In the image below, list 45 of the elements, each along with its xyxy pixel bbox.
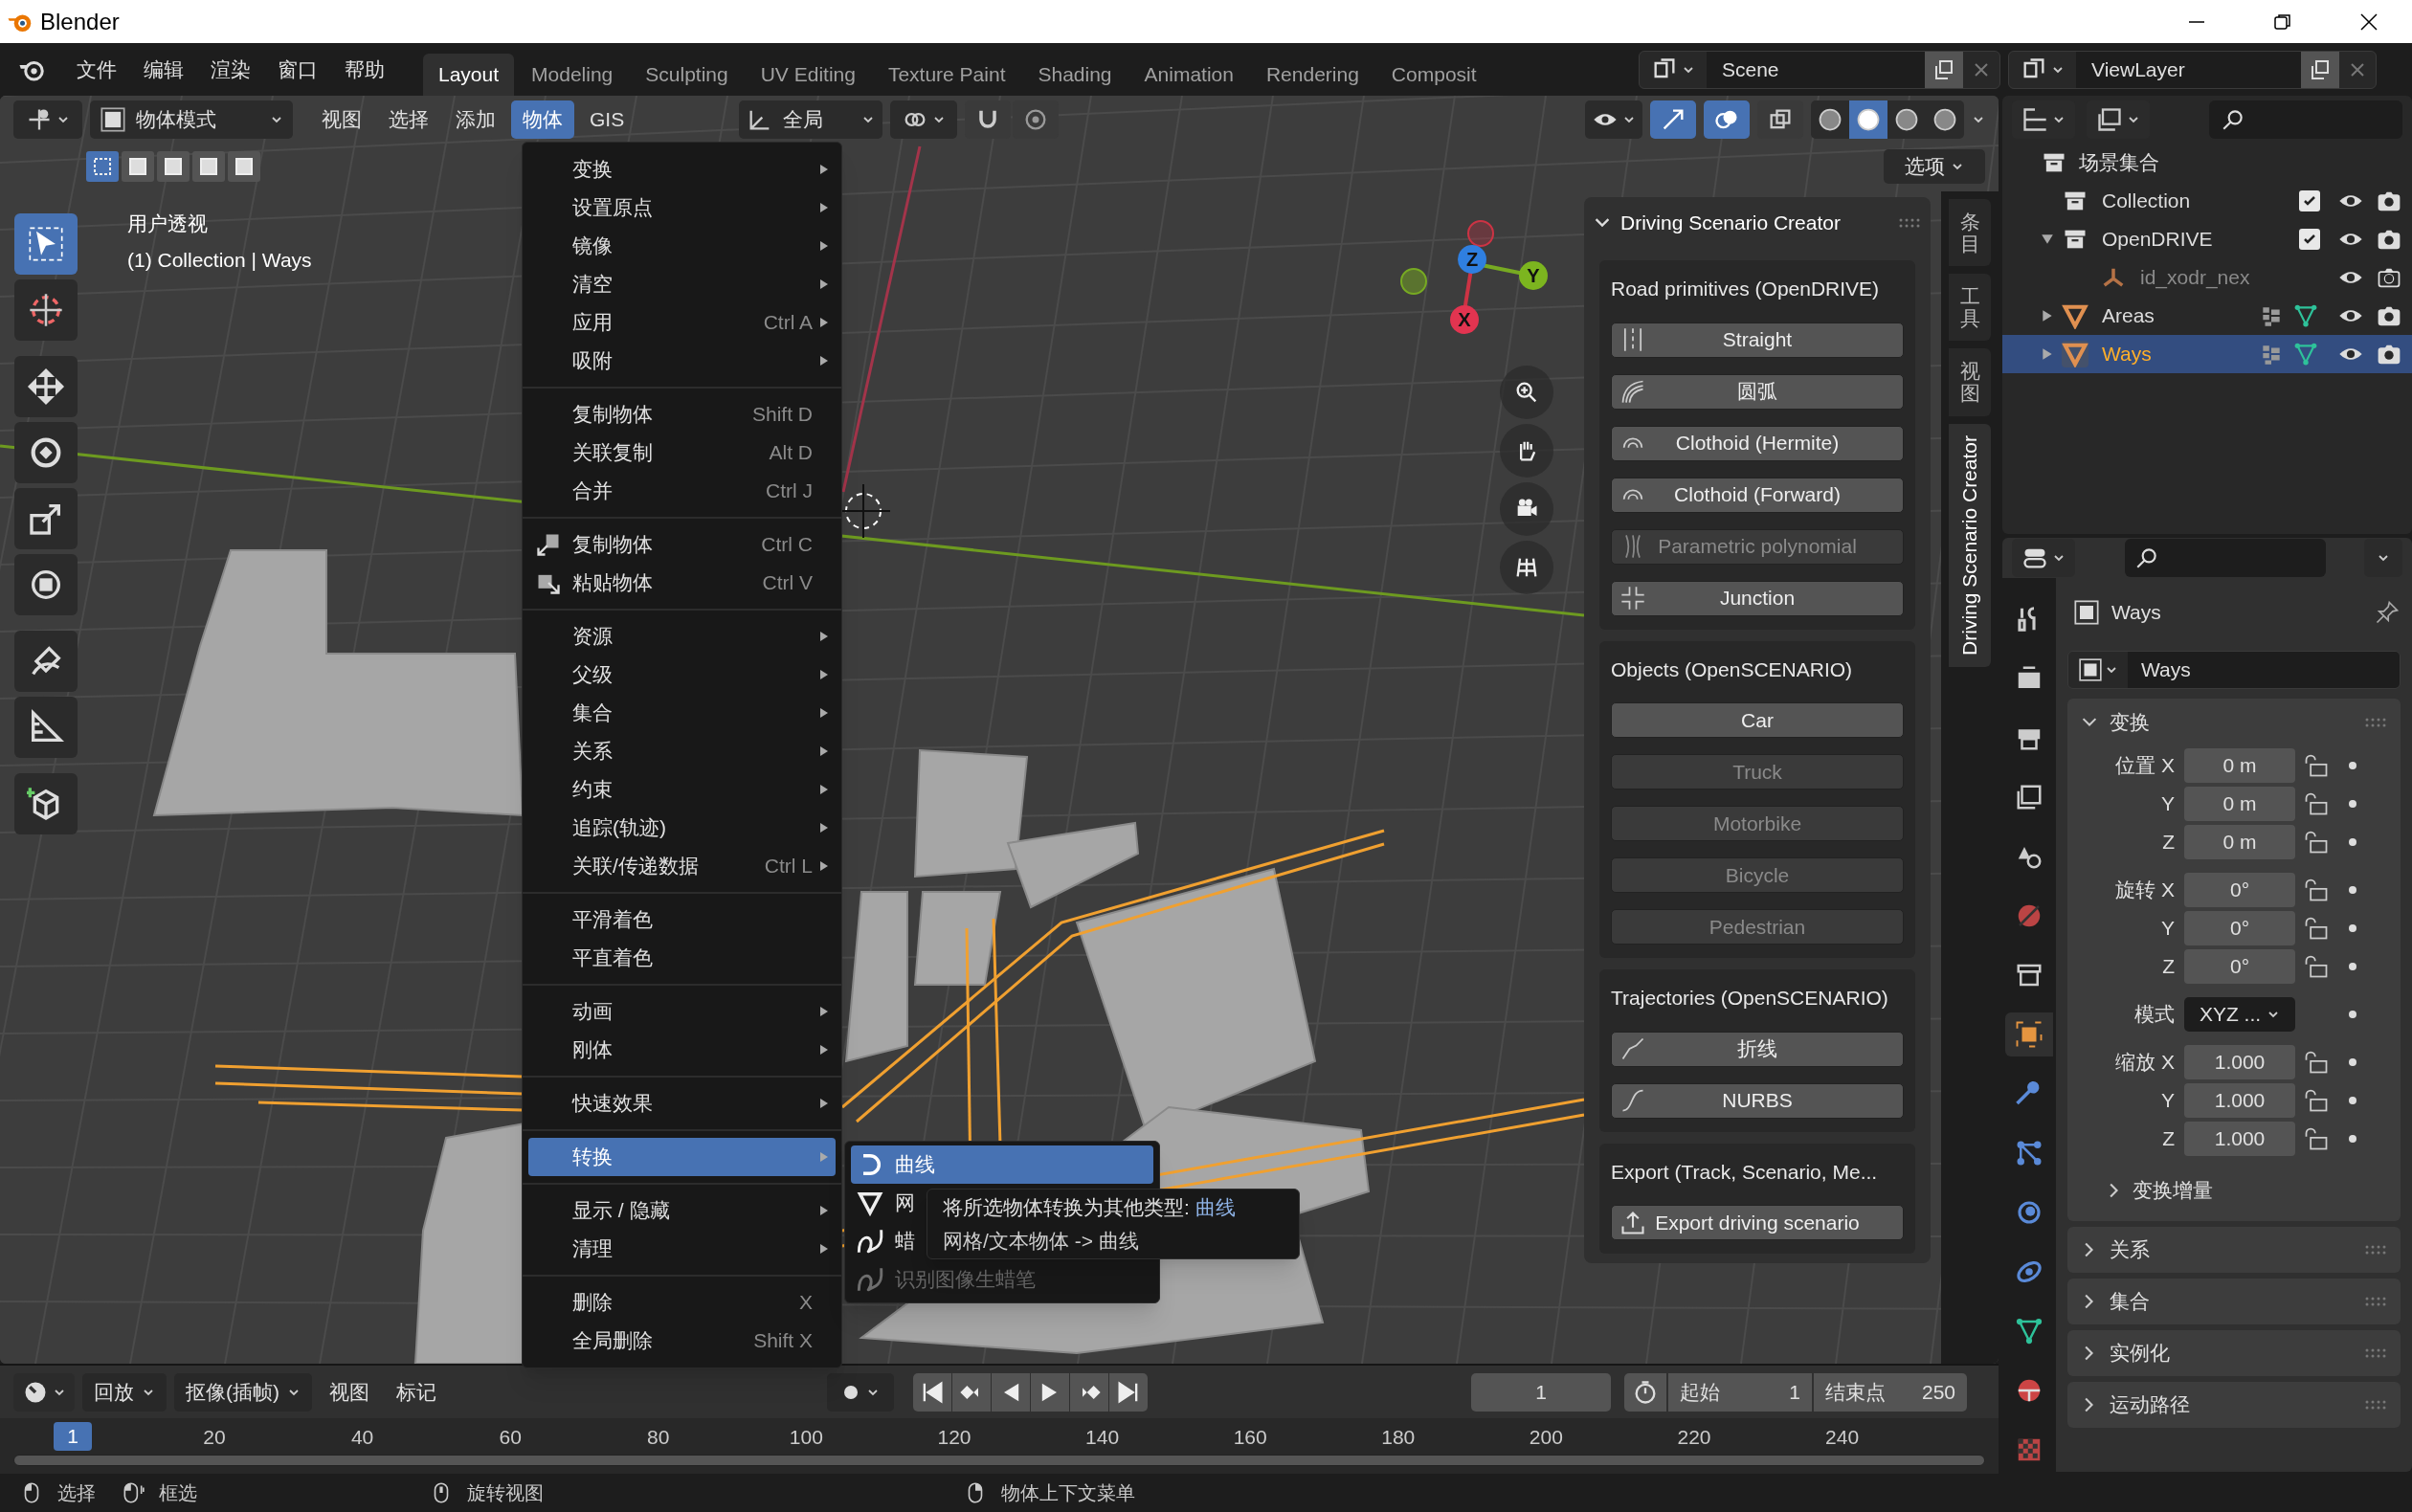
tooltip-detail: 网格/文本物体 -> 曲线 xyxy=(943,1229,1140,1254)
field-label: Z xyxy=(2161,830,2176,856)
section-title: Road primitives (OpenDRIVE) xyxy=(1611,277,1881,301)
shortcut-label: Ctrl C xyxy=(761,532,813,558)
object-name: Ways xyxy=(2111,600,2162,626)
active-object-info: (1) Collection | Ways xyxy=(127,248,312,273)
frame-tick-label: 20 xyxy=(202,1425,227,1450)
shortcut-label: Ctrl V xyxy=(762,570,813,596)
shortcut-label: Ctrl L xyxy=(764,854,813,879)
status-hint: 框选 xyxy=(159,1481,197,1505)
shortcut-label: Shift D xyxy=(751,402,813,428)
shortcut-label: Alt D xyxy=(769,440,813,466)
frame-tick-label: 100 xyxy=(788,1425,824,1450)
frame-tick-label: 120 xyxy=(936,1425,972,1450)
field-label: 缩放 X xyxy=(2114,1050,2176,1076)
field-label: 模式 xyxy=(2133,1002,2176,1028)
shortcut-label: Ctrl J xyxy=(766,478,813,504)
frame-tick-label: 240 xyxy=(1824,1425,1861,1450)
frame-tick-label: 140 xyxy=(1084,1425,1121,1450)
section-title: Trajectories (OpenSCENARIO) xyxy=(1611,986,1889,1011)
status-hint: 选择 xyxy=(57,1481,96,1505)
field-label: Y xyxy=(2160,791,2176,817)
frame-tick-label: 200 xyxy=(1528,1425,1564,1450)
frame-tick-label: 40 xyxy=(349,1425,375,1450)
field-label: 位置 X xyxy=(2114,753,2176,779)
view-name: 用户透视 xyxy=(127,211,208,236)
frame-tick-label: 160 xyxy=(1232,1425,1268,1450)
tooltip-text: 将所选物体转换为其他类型: 曲线 xyxy=(943,1194,1237,1220)
window-title: Blender xyxy=(40,7,120,36)
field-label: Y xyxy=(2160,1088,2176,1114)
field-label: Z xyxy=(2161,954,2176,980)
frame-tick-label: 180 xyxy=(1380,1425,1417,1450)
shortcut-label: Ctrl A xyxy=(763,310,813,336)
section-title: Export (Track, Scenario, Me... xyxy=(1611,1159,1879,1185)
frame-tick-label: 80 xyxy=(646,1425,671,1450)
field-label: Z xyxy=(2161,1126,2176,1152)
shortcut-label: Shift X xyxy=(753,1328,813,1354)
frame-tick-label: 220 xyxy=(1676,1425,1712,1450)
section-title: Objects (OpenSCENARIO) xyxy=(1611,656,1854,682)
frame-tick-label: 60 xyxy=(498,1425,523,1450)
field-label: Y xyxy=(2160,916,2176,942)
status-hint: 物体上下文菜单 xyxy=(1001,1481,1135,1505)
status-hint: 旋转视图 xyxy=(467,1481,544,1505)
field-label: 旋转 X xyxy=(2114,878,2176,903)
shortcut-label: X xyxy=(799,1290,813,1316)
